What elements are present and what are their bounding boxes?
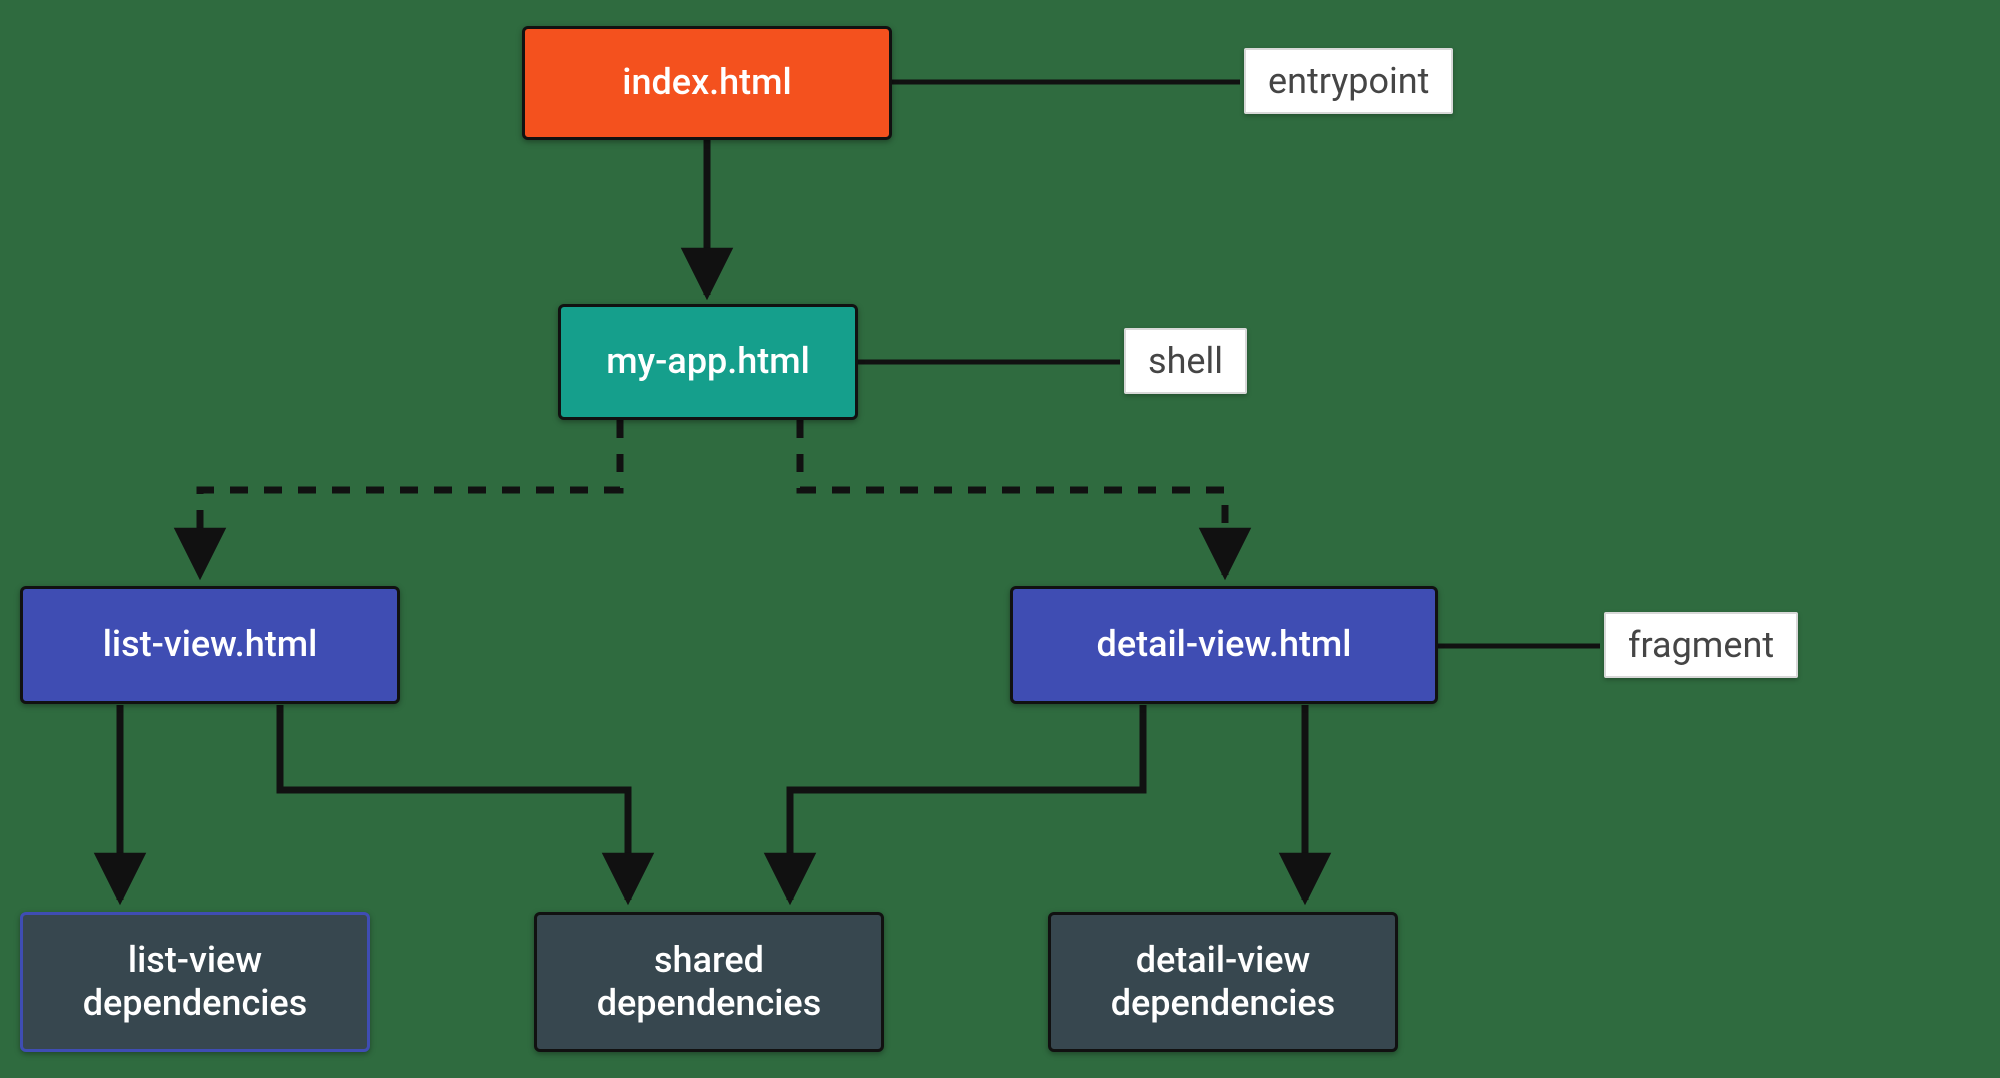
node-shared-dependencies: shared dependencies [534, 912, 884, 1052]
node-index-html: index.html [522, 26, 892, 140]
node-list-view-html: list-view.html [20, 586, 400, 704]
label-text: fragment [1628, 624, 1774, 666]
node-detail-view-html: detail-view.html [1010, 586, 1438, 704]
node-detail-view-dependencies: detail-view dependencies [1048, 912, 1398, 1052]
node-label: detail-view.html [1097, 623, 1352, 666]
node-label: shared dependencies [597, 939, 822, 1025]
node-label: list-view dependencies [83, 939, 308, 1025]
node-my-app-html: my-app.html [558, 304, 858, 420]
label-entrypoint: entrypoint [1244, 48, 1453, 114]
label-text: entrypoint [1268, 60, 1429, 102]
label-text: shell [1148, 340, 1223, 382]
node-label: my-app.html [606, 340, 810, 383]
label-fragment: fragment [1604, 612, 1798, 678]
diagram-canvas: index.html my-app.html list-view.html de… [0, 0, 2000, 1078]
node-label: index.html [622, 61, 791, 104]
node-list-view-dependencies: list-view dependencies [20, 912, 370, 1052]
node-label: list-view.html [103, 623, 318, 666]
label-shell: shell [1124, 328, 1247, 394]
node-label: detail-view dependencies [1111, 939, 1336, 1025]
